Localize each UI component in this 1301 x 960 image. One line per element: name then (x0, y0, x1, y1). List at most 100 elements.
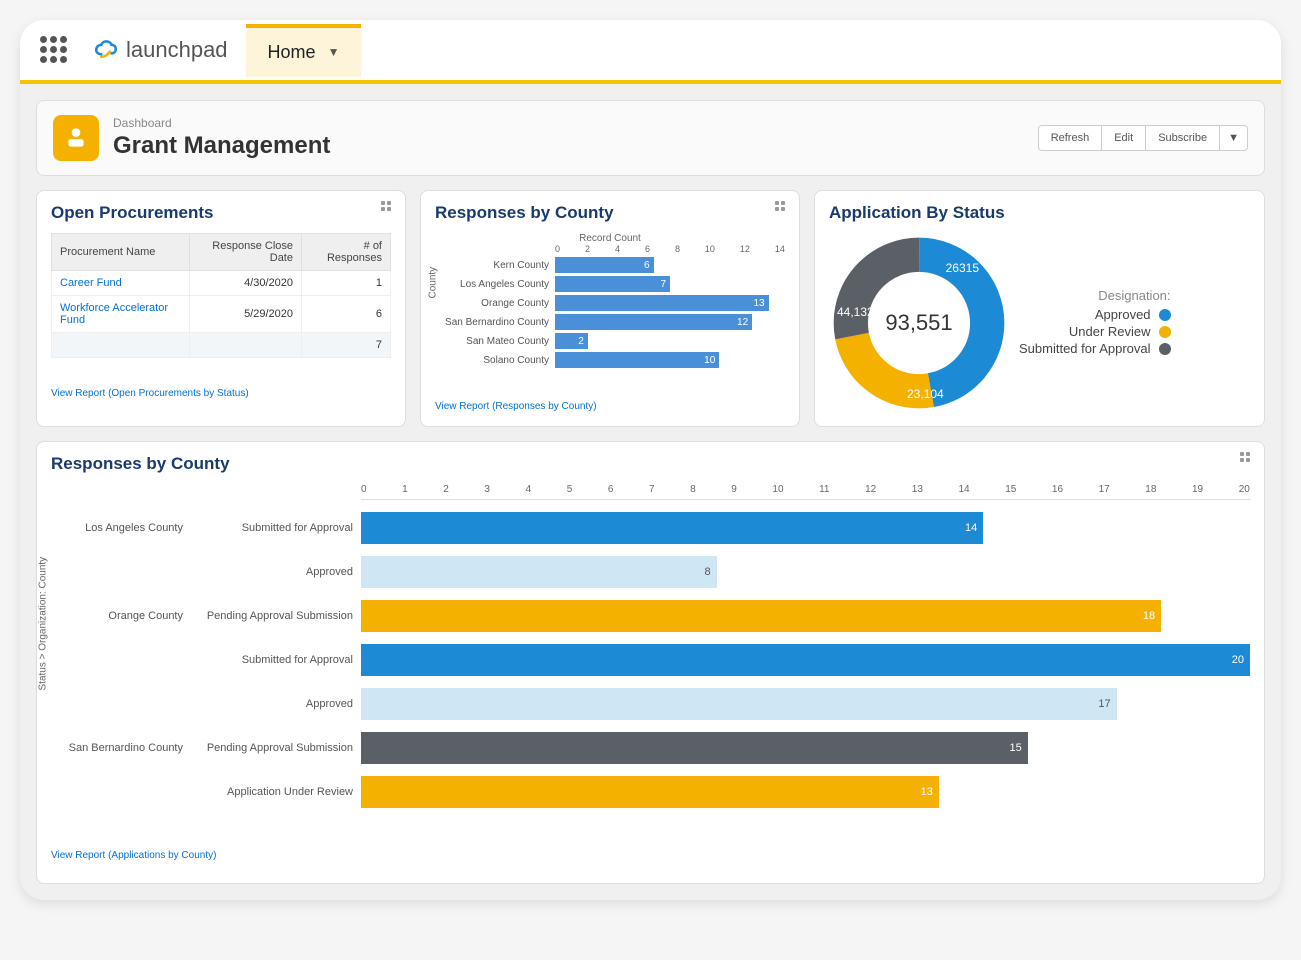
drag-handle-icon[interactable] (381, 201, 393, 213)
bar: 7 (555, 276, 670, 292)
col-resp: # of Responses (302, 234, 391, 271)
responses-count: 1 (302, 271, 391, 296)
donut-legend: Designation: Approved Under Review Submi… (1019, 288, 1171, 358)
big-bar-row: Application Under Review 13 (51, 776, 1250, 808)
bar-row: San Mateo County 2 (435, 333, 785, 349)
bar-row: San Bernardino County 12 (435, 314, 785, 330)
dashboard-icon (53, 115, 99, 161)
bar: 12 (555, 314, 752, 330)
drag-handle-icon[interactable] (1240, 452, 1252, 464)
brand-text: launchpad (126, 37, 228, 63)
status-label: Pending Approval Submission (191, 610, 361, 622)
county-label: Orange County (51, 610, 191, 622)
status-label: Approved (191, 566, 361, 578)
bar-label: Los Angeles County (435, 279, 555, 290)
responses-report-link[interactable]: View Report (Responses by County) (435, 401, 597, 412)
page-body: Dashboard Grant Management Refresh Edit … (20, 84, 1281, 900)
procurement-link[interactable]: Career Fund (52, 271, 190, 296)
bar-row: Solano County 10 (435, 352, 785, 368)
big-bar-row: Approved 8 (51, 556, 1250, 588)
big-bar: 17 (361, 688, 1117, 720)
tab-home-label: Home (268, 42, 316, 63)
status-label: Submitted for Approval (191, 654, 361, 666)
responses-title: Responses by County (435, 203, 785, 223)
bar-label: Orange County (435, 298, 555, 309)
big-bar: 8 (361, 556, 717, 588)
edit-button[interactable]: Edit (1102, 125, 1146, 151)
responses-by-county-large-card: Responses by County Status > Organizatio… (36, 441, 1265, 884)
total-responses: 7 (302, 333, 391, 358)
responses-count: 6 (302, 296, 391, 333)
table-row: Career Fund 4/30/2020 1 (52, 271, 391, 296)
col-close: Response Close Date (189, 234, 301, 271)
x-axis-title: Record Count (435, 233, 785, 244)
swatch-submitted (1159, 343, 1171, 355)
header-actions: Refresh Edit Subscribe ▼ (1038, 125, 1248, 151)
big-chart-report-link[interactable]: View Report (Applications by County) (51, 850, 216, 861)
bar-row: Los Angeles County 7 (435, 276, 785, 292)
bar-row: Orange County 13 (435, 295, 785, 311)
county-label: San Bernardino County (51, 742, 191, 754)
cards-row: Open Procurements Procurement Name Respo… (36, 190, 1265, 427)
dashboard-header: Dashboard Grant Management Refresh Edit … (36, 100, 1265, 176)
legend-label-approved: Approved (1095, 307, 1151, 322)
close-date: 5/29/2020 (189, 296, 301, 333)
legend-header: Designation: (1019, 288, 1171, 303)
big-bar: 14 (361, 512, 983, 544)
small-bar-chart: County Kern County 6Los Angeles County 7… (435, 257, 785, 368)
big-x-ticks: 01234567891011121314151617181920 (361, 484, 1250, 500)
big-y-label: Status > Organization: County (38, 556, 49, 690)
drag-handle-icon[interactable] (775, 201, 787, 213)
bar: 2 (555, 333, 588, 349)
tab-home[interactable]: Home ▼ (246, 24, 362, 77)
topbar: launchpad Home ▼ (20, 20, 1281, 80)
status-label: Application Under Review (191, 786, 361, 798)
big-bar: 18 (361, 600, 1161, 632)
page-title: Grant Management (113, 132, 330, 160)
donut-label-approved: 44,132 (837, 305, 874, 319)
table-row: Workforce Accelerator Fund 5/29/2020 6 (52, 296, 391, 333)
status-label: Submitted for Approval (191, 522, 361, 534)
status-label: Approved (191, 698, 361, 710)
person-icon (63, 125, 89, 151)
donut-label-submitted: 26315 (946, 261, 979, 275)
bar: 13 (555, 295, 769, 311)
apps-icon[interactable] (40, 36, 68, 64)
open-procurements-table: Procurement Name Response Close Date # o… (51, 233, 391, 358)
subscribe-button[interactable]: Subscribe (1146, 125, 1220, 151)
big-bar-chart: Los Angeles County Submitted for Approva… (51, 512, 1250, 808)
legend-label-submitted: Submitted for Approval (1019, 341, 1151, 356)
open-procurements-report-link[interactable]: View Report (Open Procurements by Status… (51, 388, 249, 399)
bar-row: Kern County 6 (435, 257, 785, 273)
big-bar-row: Los Angeles County Submitted for Approva… (51, 512, 1250, 544)
x-ticks: 02468101214 (555, 244, 785, 254)
swatch-under-review (1159, 326, 1171, 338)
swatch-approved (1159, 309, 1171, 321)
bar-label: San Mateo County (435, 336, 555, 347)
procurement-link[interactable]: Workforce Accelerator Fund (52, 296, 190, 333)
col-name: Procurement Name (52, 234, 190, 271)
refresh-button[interactable]: Refresh (1038, 125, 1103, 151)
status-label: Pending Approval Submission (191, 742, 361, 754)
chevron-down-icon: ▼ (328, 45, 340, 59)
donut-chart: 93,551 44,132 23,104 26315 (829, 233, 1009, 413)
big-chart-title: Responses by County (51, 454, 1250, 474)
bar-label: Solano County (435, 355, 555, 366)
open-procurements-title: Open Procurements (51, 203, 391, 223)
donut-label-under-review: 23,104 (907, 387, 944, 401)
appstatus-title: Application By Status (829, 203, 1250, 223)
big-bar: 13 (361, 776, 939, 808)
donut-total: 93,551 (829, 233, 1009, 413)
table-total-row: 7 (52, 333, 391, 358)
big-bar: 20 (361, 644, 1250, 676)
cloud-icon (86, 33, 120, 67)
bar: 6 (555, 257, 654, 273)
app-window: launchpad Home ▼ Dashboard Grant Managem… (20, 20, 1281, 900)
county-label: Los Angeles County (51, 522, 191, 534)
caret-down-icon: ▼ (1228, 132, 1239, 144)
legend-label-under-review: Under Review (1069, 324, 1151, 339)
bar: 10 (555, 352, 719, 368)
more-button[interactable]: ▼ (1220, 125, 1248, 151)
open-procurements-card: Open Procurements Procurement Name Respo… (36, 190, 406, 427)
big-bar-row: Submitted for Approval 20 (51, 644, 1250, 676)
